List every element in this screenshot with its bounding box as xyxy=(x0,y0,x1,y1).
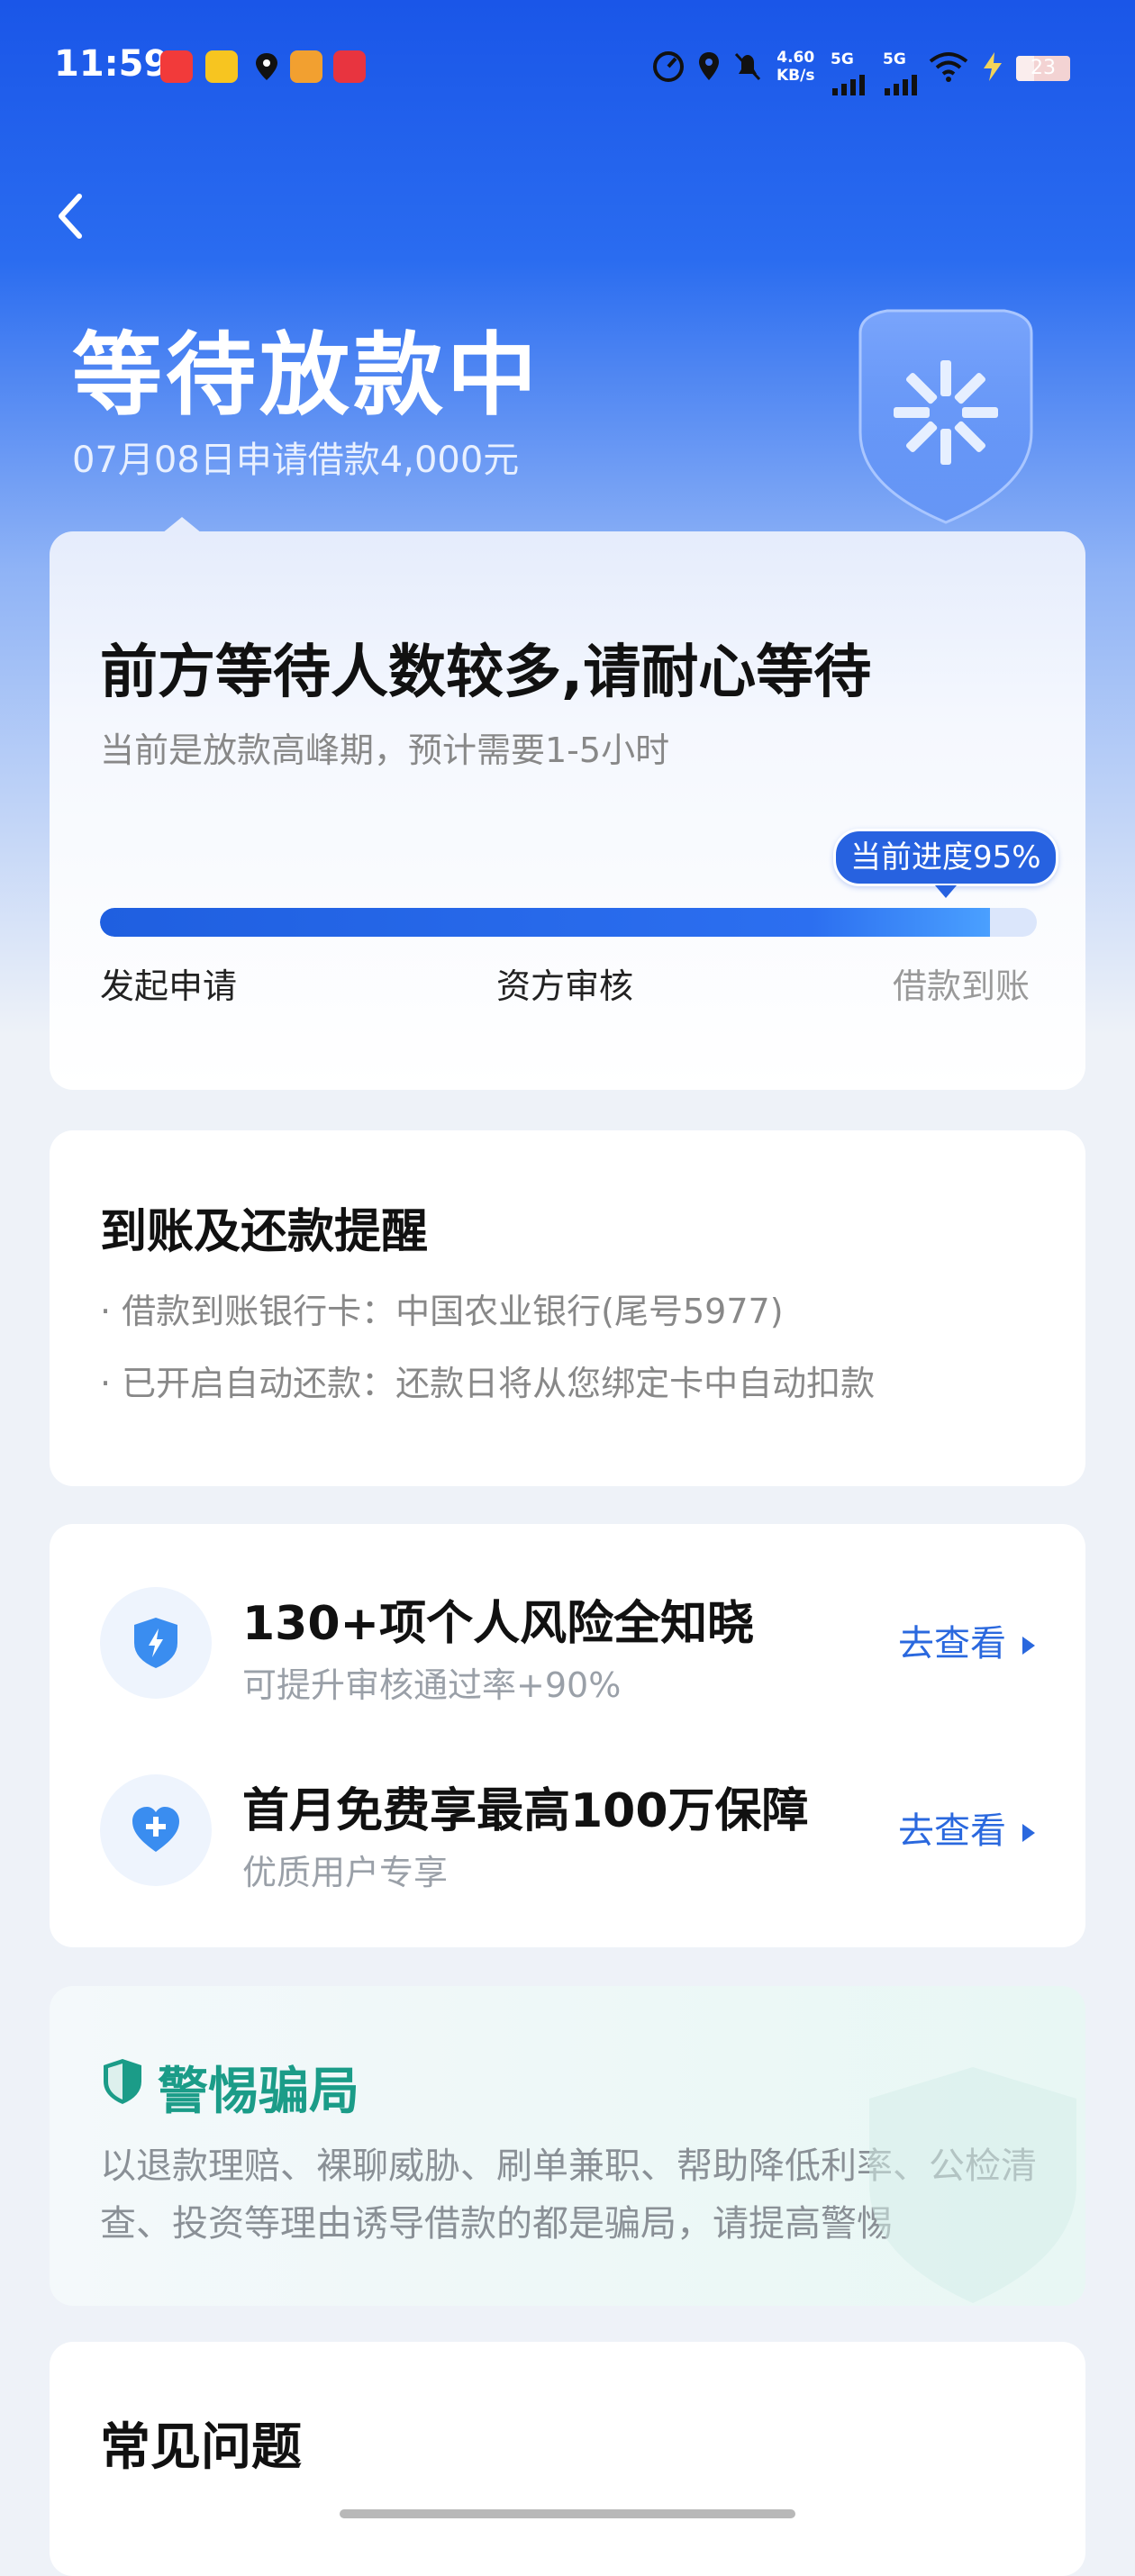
app-notification-icon xyxy=(160,50,193,83)
step-review: 资方审核 xyxy=(496,966,634,1006)
app-notification-icon xyxy=(333,50,366,83)
location-pin-icon xyxy=(250,50,283,83)
shield-bolt-icon xyxy=(134,1618,177,1668)
promo-icon-bg xyxy=(100,1774,212,1886)
promo-icon-bg xyxy=(100,1587,212,1699)
arrow-right-icon xyxy=(1022,1824,1035,1842)
loan-application-summary: 07月08日申请借款4,000元 xyxy=(72,440,520,481)
net-speed: 4.60 KB/s xyxy=(776,49,815,85)
mute-bell-icon xyxy=(734,52,761,81)
step-apply: 发起申请 xyxy=(100,966,238,1006)
progress-badge: 当前进度95% xyxy=(833,829,1058,898)
wait-headline: 前方等待人数较多,请耐心等待 xyxy=(100,639,872,706)
promo-card: 130+项个人风险全知晓 可提升审核通过率+90% 去查看 首月免费享最高100… xyxy=(50,1524,1085,1947)
speedometer-icon xyxy=(653,51,684,82)
location-icon xyxy=(699,52,719,80)
reminder-item-auto-repay: · 已开启自动还款：还款日将从您绑定卡中自动扣款 xyxy=(100,1364,876,1403)
back-arrow-icon[interactable] xyxy=(52,189,88,243)
reminder-item-bank-card: · 借款到账银行卡：中国农业银行(尾号5977) xyxy=(100,1292,784,1331)
faq-title: 常见问题 xyxy=(100,2418,302,2477)
fraud-warning-card: 警惕骗局 以退款理赔、裸聊威胁、刷单兼职、帮助降低利率、公检清查、投资等理由诱导… xyxy=(50,1986,1085,2306)
step-disbursed: 借款到账 xyxy=(893,966,1031,1006)
promo-subtitle: 优质用户专享 xyxy=(242,1853,449,1892)
heart-plus-icon xyxy=(132,1807,179,1852)
progress-fill xyxy=(100,908,990,937)
signal-type-label: 5G xyxy=(831,50,854,68)
reminder-card: 到账及还款提醒 · 借款到账银行卡：中国农业银行(尾号5977) · 已开启自动… xyxy=(50,1130,1085,1486)
progress-track xyxy=(100,908,1037,937)
wait-note: 当前是放款高峰期，预计需要1-5小时 xyxy=(100,730,670,770)
arrow-right-icon xyxy=(1022,1637,1035,1655)
signal-type-label: 5G xyxy=(883,50,906,68)
wifi-icon xyxy=(929,52,968,82)
charging-bolt-icon xyxy=(984,52,1002,81)
page-title: 等待放款中 xyxy=(72,322,540,428)
promo-title: 130+项个人风险全知晓 xyxy=(242,1597,755,1651)
view-insurance-link[interactable]: 去查看 xyxy=(898,1801,1035,1854)
home-indicator[interactable] xyxy=(340,2509,795,2518)
faq-card: 常见问题 xyxy=(50,2342,1085,2576)
status-bar: 11:59 4.60 KB/s 5G 5G 23 xyxy=(0,36,1135,108)
reminder-title: 到账及还款提醒 xyxy=(100,1205,429,1259)
promo-title: 首月免费享最高100万保障 xyxy=(242,1784,809,1838)
status-time: 11:59 xyxy=(54,43,169,85)
fraud-warning-title: 警惕骗局 xyxy=(158,2063,359,2121)
app-notification-icon xyxy=(290,50,322,83)
promo-subtitle: 可提升审核通过率+90% xyxy=(242,1665,622,1705)
brand-shield-logo-icon xyxy=(858,309,1033,524)
battery-indicator: 23 xyxy=(1016,56,1070,81)
app-notification-icon xyxy=(205,50,238,83)
signal-bars-icon xyxy=(885,75,917,95)
signal-bars-icon xyxy=(832,75,865,95)
view-risk-report-link[interactable]: 去查看 xyxy=(898,1614,1035,1666)
shield-watermark-icon xyxy=(869,2067,1076,2303)
shield-warning-icon xyxy=(104,2059,141,2104)
loan-progress-card: 前方等待人数较多,请耐心等待 当前是放款高峰期，预计需要1-5小时 当前进度95… xyxy=(50,531,1085,1090)
